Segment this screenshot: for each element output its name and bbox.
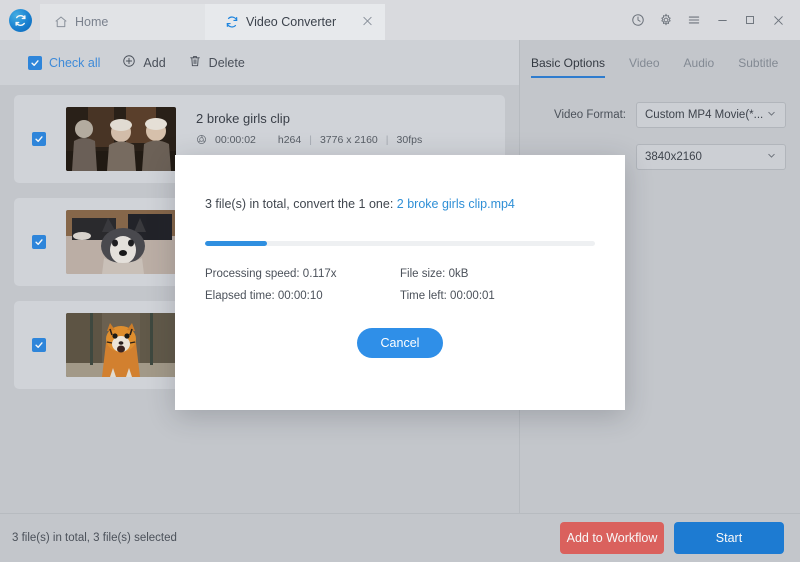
processing-speed: Processing speed: 0.117x [205, 268, 337, 280]
cancel-button[interactable]: Cancel [357, 328, 443, 358]
file-size: File size: 0kB [400, 268, 469, 280]
converting-file-name[interactable]: 2 broke girls clip.mp4 [397, 197, 515, 211]
conversion-stats: Processing speed: 0.117x File size: 0kB … [205, 268, 625, 302]
app-window: Home Video Converter Check all Add Delet… [0, 0, 800, 562]
conversion-progress-dialog: 3 file(s) in total, convert the 1 one: 2… [175, 155, 625, 410]
conversion-message: 3 file(s) in total, convert the 1 one: 2… [205, 197, 625, 211]
time-left: Time left: 00:00:01 [400, 290, 495, 302]
elapsed-time: Elapsed time: 00:00:10 [205, 290, 323, 302]
modal-actions: Cancel [175, 328, 625, 358]
progress-bar-fill [205, 241, 268, 246]
cancel-label: Cancel [380, 336, 420, 350]
conversion-message-prefix: 3 file(s) in total, convert the 1 one: [205, 197, 397, 211]
progress-bar-track [205, 241, 595, 246]
